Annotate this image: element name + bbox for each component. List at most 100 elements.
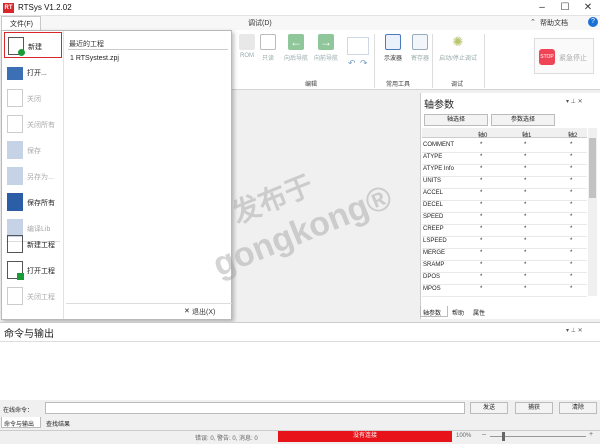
indent-icon[interactable]: [347, 37, 369, 55]
axis-param-cell[interactable]: *: [480, 238, 482, 244]
axis-select-button[interactable]: 轴选择: [424, 114, 488, 126]
axis-param-cell[interactable]: *: [524, 154, 526, 160]
axis-param-cell[interactable]: *: [570, 154, 572, 160]
pin-icon[interactable]: ▾ ⊥ ✕: [566, 98, 583, 105]
navigate-back-button[interactable]: ← 向后导航: [281, 34, 311, 62]
capture-button[interactable]: 捕获: [515, 402, 553, 414]
maximize-button[interactable]: ☐: [555, 0, 575, 16]
tab-properties[interactable]: 属性: [473, 308, 485, 317]
axis-param-cell[interactable]: *: [570, 250, 572, 256]
file-new-project-button[interactable]: 新建工程: [4, 231, 62, 257]
axis-param-cell[interactable]: *: [570, 262, 572, 268]
help-docs-link[interactable]: 帮助文档: [540, 18, 568, 28]
zoom-out-icon[interactable]: –: [482, 431, 486, 438]
axis-param-cell[interactable]: *: [570, 274, 572, 280]
chevron-up-icon[interactable]: ⌃: [530, 18, 536, 26]
axis-param-cell[interactable]: *: [524, 214, 526, 220]
axis-param-cell[interactable]: *: [480, 274, 482, 280]
tab-command-output-label[interactable]: 命令与输出: [4, 419, 34, 428]
file-new-button[interactable]: 新建: [4, 32, 62, 58]
clear-button[interactable]: 清除: [559, 402, 597, 414]
axis-param-cell[interactable]: *: [570, 214, 572, 220]
axis-param-cell[interactable]: *: [480, 262, 482, 268]
axis-param-cell[interactable]: *: [480, 226, 482, 232]
tab-help[interactable]: 帮助: [452, 308, 464, 317]
zoom-in-icon[interactable]: +: [589, 431, 593, 438]
menu-debug[interactable]: 调试(D): [248, 18, 272, 28]
axis-param-cell[interactable]: *: [480, 250, 482, 256]
axis-param-cell[interactable]: *: [480, 286, 482, 292]
axis-param-cell[interactable]: *: [570, 142, 572, 148]
axis-param-cell[interactable]: *: [524, 262, 526, 268]
recent-project-item[interactable]: 1 RTSystest.zpj: [70, 55, 119, 62]
file-open-button[interactable]: 打开...: [4, 59, 62, 85]
file-save-button[interactable]: 保存: [4, 137, 62, 163]
row-divider: [422, 212, 587, 213]
file-close-project-button[interactable]: 关闭工程: [4, 283, 62, 309]
axis-param-row-label: DECEL: [423, 202, 444, 208]
axis-param-cell[interactable]: *: [524, 178, 526, 184]
axis-param-cell[interactable]: *: [570, 226, 572, 232]
close-button[interactable]: ✕: [578, 0, 598, 16]
row-divider: [422, 284, 587, 285]
file-save-as-button[interactable]: 另存为...: [4, 163, 62, 189]
row-divider: [422, 236, 587, 237]
axis-param-cell[interactable]: *: [480, 178, 482, 184]
axis-param-cell[interactable]: *: [524, 226, 526, 232]
register-button[interactable]: 寄存器: [405, 34, 435, 62]
axis-param-row-label: ATYPE Info: [423, 166, 454, 172]
axis-param-cell[interactable]: *: [524, 238, 526, 244]
output-area[interactable]: [0, 343, 600, 399]
tab-find-results[interactable]: 查找结果: [46, 419, 70, 428]
file-close-button[interactable]: 关闭: [4, 85, 62, 111]
axis-param-cell[interactable]: *: [524, 142, 526, 148]
file-open-project-button[interactable]: 打开工程: [4, 257, 62, 283]
redo-icon[interactable]: ↷: [360, 58, 368, 69]
minimize-button[interactable]: –: [532, 0, 552, 16]
axis-param-cell[interactable]: *: [480, 190, 482, 196]
column-axis2[interactable]: 轴2: [568, 130, 577, 139]
axis-param-cell[interactable]: *: [570, 166, 572, 172]
online-command-input[interactable]: [45, 402, 465, 414]
axis-param-cell[interactable]: *: [524, 190, 526, 196]
axis-param-cell[interactable]: *: [570, 190, 572, 196]
undo-icon[interactable]: ↶: [348, 58, 356, 69]
eye-doc-icon: [260, 34, 276, 50]
axis-param-cell[interactable]: *: [480, 214, 482, 220]
axis-param-cell[interactable]: *: [570, 238, 572, 244]
axis-param-cell[interactable]: *: [570, 178, 572, 184]
panel-controls-icon[interactable]: ▾ ⊥ ✕: [566, 327, 583, 334]
menu-file[interactable]: 文件(F): [1, 16, 41, 30]
axis-param-cell[interactable]: *: [524, 274, 526, 280]
navigate-forward-button[interactable]: → 向前导航: [311, 34, 341, 62]
axis-param-cell[interactable]: *: [480, 202, 482, 208]
row-divider: [422, 296, 587, 297]
axis-param-cell[interactable]: *: [524, 166, 526, 172]
readonly-button[interactable]: 只读: [253, 34, 283, 62]
axis-param-cell[interactable]: *: [480, 142, 482, 148]
oscilloscope-button[interactable]: 示波器: [378, 34, 408, 62]
tab-axis-params-label[interactable]: 轴参数: [423, 308, 441, 317]
file-close-all-button[interactable]: 关闭所有: [4, 111, 62, 137]
zoom-slider-thumb[interactable]: [502, 432, 505, 441]
column-axis1[interactable]: 轴1: [522, 130, 531, 139]
axis-param-cell[interactable]: *: [480, 166, 482, 172]
axis-param-cell[interactable]: *: [524, 286, 526, 292]
param-select-button[interactable]: 参数选择: [491, 114, 555, 126]
axis-param-cell[interactable]: *: [524, 250, 526, 256]
connection-status-badge: 没有连接: [278, 431, 452, 442]
send-button[interactable]: 发送: [470, 402, 508, 414]
help-icon[interactable]: ?: [588, 17, 598, 27]
start-stop-debug-button[interactable]: ✺ 启动/停止调试: [436, 34, 480, 62]
axis-param-row-label: SPEED: [423, 214, 444, 220]
axis-param-cell[interactable]: *: [570, 202, 572, 208]
exit-button[interactable]: 退出(X): [192, 307, 215, 317]
file-menu-panel: 新建 打开... 关闭 关闭所有 保存 另存为... 保存所有 编译Lib 新建…: [1, 30, 232, 320]
axis-scrollbar-thumb[interactable]: [589, 138, 596, 198]
axis-param-cell[interactable]: *: [480, 154, 482, 160]
file-save-all-button[interactable]: 保存所有: [4, 189, 62, 215]
axis-param-cell[interactable]: *: [524, 202, 526, 208]
axis-param-cell[interactable]: *: [570, 286, 572, 292]
column-axis0[interactable]: 轴0: [478, 130, 487, 139]
emergency-stop-button[interactable]: STOP 紧急停止: [534, 38, 594, 74]
